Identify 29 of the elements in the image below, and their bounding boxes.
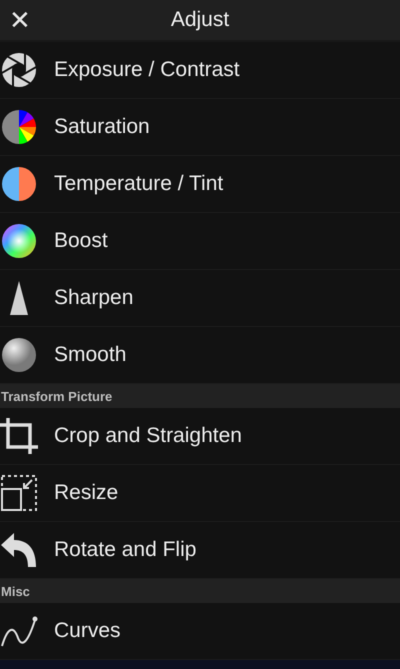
menu-item[interactable]: Sharpen [0, 270, 400, 328]
menu-item-label: Exposure / Contrast [54, 58, 240, 82]
menu-item-label: Sharpen [54, 286, 134, 310]
menu-item-label: Saturation [54, 115, 150, 140]
menu-item[interactable]: Exposure / Contrast [0, 42, 400, 100]
menu-item-label: Curves [54, 619, 121, 644]
menu-item-label: Boost [54, 229, 108, 254]
menu-item[interactable]: Boost [0, 213, 400, 270]
screen-title: Adjust [170, 8, 230, 32]
menu-item[interactable]: Resize [0, 465, 400, 522]
menu-item[interactable]: Curves [0, 603, 400, 660]
menu-item-label: Temperature / Tint [54, 172, 224, 196]
crop-icon [0, 417, 38, 456]
menu-item-label: Rotate and Flip [54, 538, 196, 562]
menu-item-label: Resize [54, 481, 118, 506]
sphere-icon [0, 336, 38, 374]
menu-item[interactable]: Crop and Straighten [0, 408, 400, 466]
half-circle-icon [0, 165, 38, 204]
menu-item[interactable]: Saturation [0, 99, 400, 156]
rotate-arrow-icon [0, 531, 38, 570]
close-button[interactable]: ✕ [2, 0, 38, 40]
menu-item-label: Smooth [54, 343, 126, 368]
color-ball-icon [0, 222, 38, 260]
section-header: Misc [0, 579, 400, 604]
menu-item[interactable]: Temperature / Tint [0, 156, 400, 214]
section-header: Transform Picture [0, 384, 400, 408]
color-wheel-icon [0, 108, 38, 146]
resize-icon [0, 474, 38, 512]
menu-item-label: Crop and Straighten [54, 424, 242, 448]
